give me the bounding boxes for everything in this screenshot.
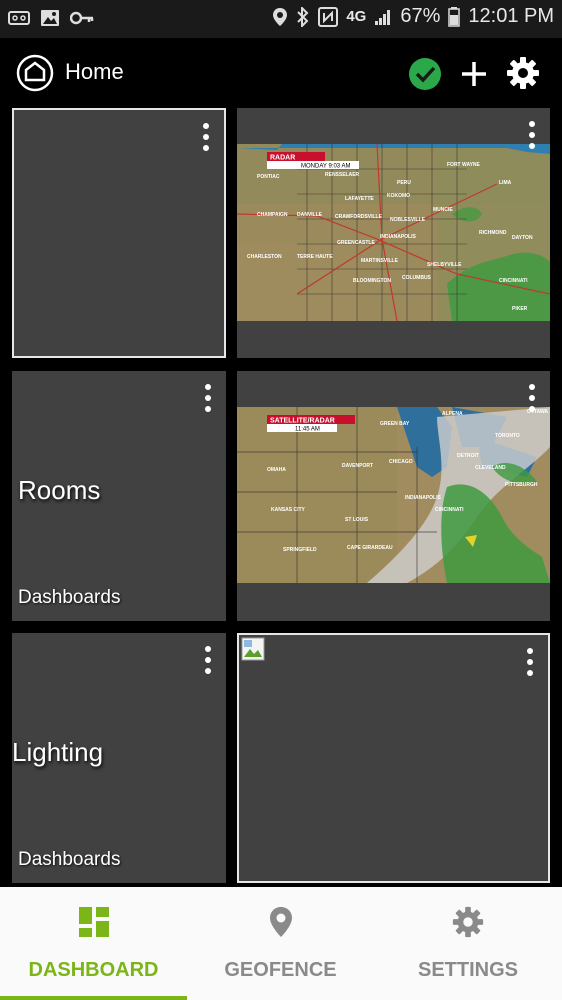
map-city: PONTIAC — [257, 174, 280, 180]
tile-title: Lighting — [12, 737, 104, 767]
active-indicator — [0, 996, 187, 1000]
nav-geofence[interactable]: GEOFENCE — [187, 887, 374, 1000]
dashboard-tile-rooms[interactable]: Rooms Dashboards — [12, 371, 226, 621]
check-icon[interactable] — [408, 57, 442, 91]
map-city: MUNCIE — [433, 207, 453, 213]
map-city: DETROIT — [457, 453, 479, 459]
map-city: CINCINNATI — [435, 507, 464, 513]
map-city: FORT WAYNE — [447, 162, 481, 168]
tile-subtitle: Dashboards — [18, 587, 121, 608]
map-city: CHICAGO — [389, 459, 413, 465]
dashboard-tile-1[interactable] — [12, 108, 226, 358]
tile-subtitle: Dashboards — [18, 849, 121, 870]
map-city: RICHMOND — [479, 230, 507, 236]
map-city: PITTSBURGH — [505, 482, 538, 488]
map-city: SHELBYVILLE — [427, 262, 462, 268]
satellite-badge-sub: 11:45 AM — [295, 427, 320, 433]
map-city: ST LOUIS — [345, 517, 369, 523]
map-city: CHARLESTON — [247, 254, 282, 260]
location-icon — [273, 7, 288, 26]
settings-gear-icon[interactable] — [505, 55, 541, 91]
map-city: COLUMBUS — [402, 275, 432, 281]
voicemail-icon — [8, 11, 30, 25]
more-vert-icon[interactable] — [524, 120, 540, 150]
map-city: LAFAYETTE — [345, 196, 374, 202]
more-vert-icon[interactable] — [522, 647, 538, 677]
app-bar: Home — [0, 38, 562, 106]
nav-label: GEOFENCE — [224, 959, 337, 981]
map-city: SPRINGFIELD — [283, 547, 317, 553]
signal-icon — [375, 9, 391, 25]
map-city: MARTINSVILLE — [361, 258, 399, 264]
map-city: DAYTON — [512, 235, 533, 241]
gear-icon — [452, 906, 484, 938]
map-city: CHAMPAIGN — [257, 212, 288, 218]
more-vert-icon[interactable] — [200, 645, 216, 675]
map-city: DANVILLE — [297, 212, 323, 218]
nav-label: DASHBOARD — [28, 959, 159, 981]
tile-title: Rooms — [18, 475, 101, 505]
status-bar: 4G 67% 12:01 PM — [0, 0, 562, 38]
more-vert-icon[interactable] — [200, 383, 216, 413]
map-city: LIMA — [499, 180, 512, 186]
map-city: PERU — [397, 180, 411, 186]
add-icon[interactable] — [458, 58, 490, 90]
map-city: KANSAS CITY — [271, 507, 306, 513]
page-title: Home — [65, 59, 124, 84]
nav-dashboard[interactable]: DASHBOARD — [0, 887, 187, 1000]
map-city: CINCINNATI — [499, 278, 528, 284]
map-city: OMAHA — [267, 467, 286, 473]
clock: 12:01 PM — [468, 5, 554, 27]
satellite-badge: SATELLITE/RADAR — [270, 418, 335, 425]
map-city: KOKOMO — [387, 193, 410, 199]
dashboard-tile-image[interactable] — [237, 633, 550, 883]
map-city: GREENCASTLE — [337, 240, 375, 246]
map-city: GREEN BAY — [380, 421, 410, 427]
map-city: BLOOMINGTON — [353, 278, 391, 284]
map-city: ALPENA — [442, 411, 463, 417]
map-city: DAVENPORT — [342, 463, 373, 469]
key-icon — [70, 11, 94, 25]
radar-badge: RADAR — [270, 155, 295, 162]
image-icon — [41, 10, 59, 26]
map-city: NOBLESVILLE — [390, 217, 426, 223]
dashboard-tile-radar[interactable]: RADAR MONDAY 9:03 AM FORT WAYNE PONTIAC … — [237, 108, 550, 358]
radar-badge-sub: MONDAY 9:03 AM — [301, 164, 350, 170]
map-city: INDIANAPOLIS — [405, 495, 442, 501]
home-logo-icon[interactable] — [16, 54, 54, 92]
map-city: RENSSELAER — [325, 172, 360, 178]
nfc-icon — [318, 6, 339, 27]
location-pin-icon — [269, 907, 292, 937]
satellite-map-image: SATELLITE/RADAR 11:45 AM ALPENA GREEN BA… — [237, 407, 550, 583]
radar-map-image: RADAR MONDAY 9:03 AM FORT WAYNE PONTIAC … — [237, 144, 550, 321]
broken-image-icon — [241, 637, 265, 661]
bottom-navigation: DASHBOARD GEOFENCE SETTINGS — [0, 887, 562, 1000]
more-vert-icon[interactable] — [198, 122, 214, 152]
map-city: TORONTO — [495, 433, 520, 439]
network-type: 4G — [346, 8, 367, 25]
dashboard-tile-lighting[interactable]: Lighting Dashboards — [12, 633, 226, 883]
map-city: CRAWFORDSVILLE — [335, 214, 383, 220]
dashboard-tile-satellite[interactable]: SATELLITE/RADAR 11:45 AM ALPENA GREEN BA… — [237, 371, 550, 621]
dashboard-icon — [78, 907, 109, 937]
battery-percent: 67% — [400, 5, 441, 27]
nav-label: SETTINGS — [417, 959, 518, 981]
map-city: INDIANAPOLIS — [380, 234, 417, 240]
bluetooth-icon — [297, 6, 309, 27]
map-city: CLEVELAND — [475, 465, 506, 471]
map-city: PIKER — [512, 306, 528, 312]
map-city: CAPE GIRARDEAU — [347, 545, 393, 551]
nav-settings[interactable]: SETTINGS — [374, 887, 562, 1000]
map-city: TERRE HAUTE — [297, 254, 333, 260]
more-vert-icon[interactable] — [524, 383, 540, 413]
battery-icon — [448, 6, 461, 27]
